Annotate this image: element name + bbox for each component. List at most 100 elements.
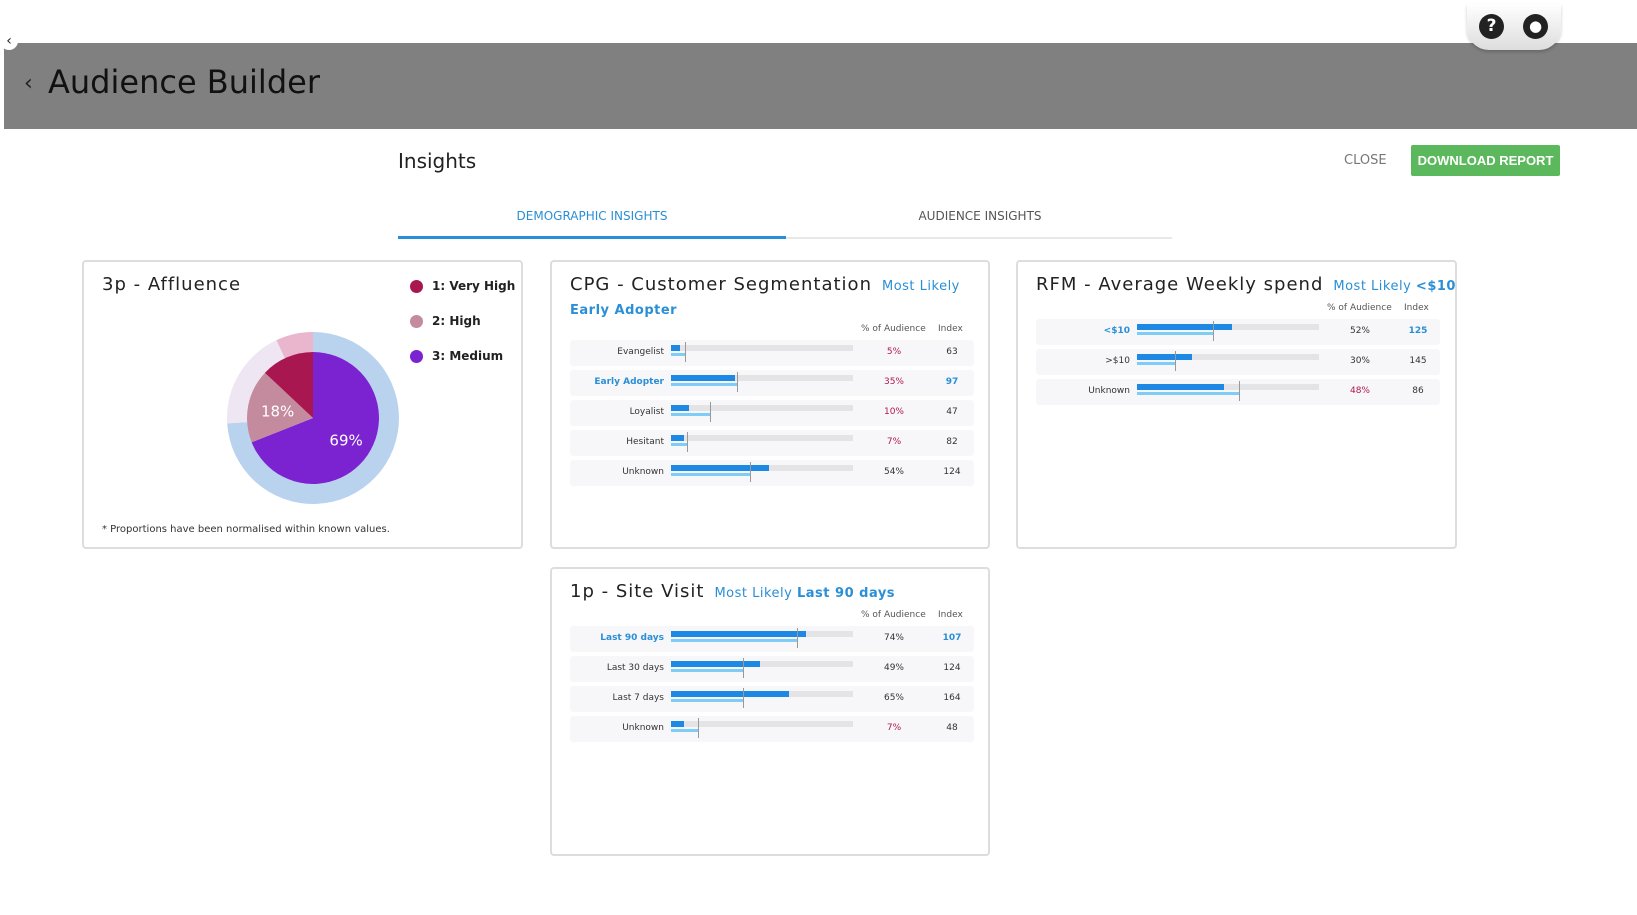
table-row: Early Adopter 35% 97 [570,370,974,396]
row-label: Unknown [622,467,664,477]
most-likely-value: Early Adopter [570,303,678,318]
cpg-segmentation-card: CPG - Customer Segmentation Most Likely E… [550,260,990,549]
baseline-marker [709,402,711,422]
row-label: Unknown [622,723,664,733]
collapse-sidebar-icon[interactable]: ‹ [0,32,18,50]
table-row: Last 90 days 74% 107 [570,626,974,652]
pct-bar [671,345,681,351]
legend-label: 1: Very High [432,279,516,293]
pct-bar [671,375,735,381]
row-label: Hesitant [626,437,664,447]
pct-value: 5% [886,347,902,357]
pct-bar [671,661,761,667]
index-value: 124 [943,467,961,477]
card-title: CPG - Customer Segmentation Most Likely E… [570,274,990,322]
baseline-bar [671,353,686,356]
table-row: Unknown 7% 48 [570,716,974,742]
baseline-marker [1174,351,1176,371]
page-title: Audience Builder [48,63,320,101]
baseline-bar [671,699,744,702]
most-likely-label: Most Likely [1333,279,1412,294]
table-row: Unknown 54% 124 [570,460,974,486]
index-value: 97 [945,377,959,387]
index-header: Index [1404,303,1429,313]
most-likely-label: Most Likely [714,586,793,601]
row-label: Last 90 days [600,633,664,643]
row-label: >$10 [1105,356,1130,366]
pct-value: 7% [886,723,902,733]
legend-label: 3: Medium [432,349,504,363]
index-value: 82 [946,437,958,447]
card-title: 1p - Site Visit Most Likely Last 90 days [570,581,990,605]
row-label: Early Adopter [594,377,664,387]
slice-label: 18% [261,402,294,420]
index-value: 164 [943,693,961,703]
user-icon[interactable]: ● [1523,14,1548,39]
tab-demographic-insights[interactable]: DEMOGRAPHIC INSIGHTS [398,209,786,239]
row-label: Evangelist [617,347,664,357]
index-value: 47 [946,407,958,417]
bar-track [671,435,853,441]
baseline-marker [1238,381,1240,401]
table-row: Last 30 days 49% 124 [570,656,974,682]
index-value: 145 [1409,356,1427,366]
close-button[interactable]: CLOSE [1344,153,1387,168]
baseline-marker [742,658,744,678]
bar-track [671,405,853,411]
user-toolbar: ? ● [1467,4,1561,50]
pct-bar [1137,384,1225,390]
baseline-bar [1137,332,1213,335]
legend-dot-icon [410,280,423,293]
baseline-marker [685,342,687,362]
pct-bar [671,631,806,637]
card-title: RFM - Average Weekly spend Most Likely <$… [1036,274,1456,298]
top-bar [0,0,1637,43]
baseline-marker [736,372,738,392]
legend-item: 2: High [410,314,481,328]
baseline-marker [750,462,752,482]
row-label: <$10 [1103,326,1130,336]
legend-item: 3: Medium [410,349,503,363]
pct-value: 54% [883,467,904,477]
pct-bar [671,435,684,441]
pct-value: 52% [1349,326,1370,336]
insights-tabs: DEMOGRAPHIC INSIGHTS AUDIENCE INSIGHTS [398,200,1172,239]
pct-value: 65% [883,693,904,703]
index-value: 125 [1408,326,1428,336]
index-header: Index [938,324,963,334]
baseline-marker [686,432,688,452]
pct-value: 10% [883,407,904,417]
help-icon[interactable]: ? [1479,14,1504,39]
affluence-card: 3p - Affluence 1: Very High 2: High 3: M… [82,260,523,549]
download-report-button[interactable]: DOWNLOAD REPORT [1411,145,1560,176]
card-title-text: RFM - Average Weekly spend [1036,274,1324,295]
affluence-pie-chart: 69% 18% [227,332,399,504]
site-visit-card: 1p - Site Visit Most Likely Last 90 days … [550,567,990,856]
table-row: <$10 52% 125 [1036,319,1440,345]
row-label: Last 7 days [612,693,664,703]
table-row: >$10 30% 145 [1036,349,1440,375]
pct-value: 74% [883,633,904,643]
table-row: Loyalist 10% 47 [570,400,974,426]
baseline-marker [743,688,745,708]
legend-label: 2: High [432,314,481,328]
pct-value: 30% [1349,356,1370,366]
tab-audience-insights[interactable]: AUDIENCE INSIGHTS [786,209,1174,223]
pct-header: % of Audience [861,610,926,620]
row-label: Last 30 days [606,663,664,673]
back-chevron-icon[interactable]: ‹ [24,71,33,96]
pct-value: 35% [883,377,904,387]
baseline-marker [796,628,798,648]
table-row: Last 7 days 65% 164 [570,686,974,712]
pct-bar [671,691,790,697]
baseline-bar [1137,392,1239,395]
legend-item: 1: Very High [410,279,515,293]
baseline-bar [671,443,687,446]
pct-value: 49% [883,663,904,673]
slice-label: 69% [329,431,362,449]
panel-title: Insights [398,149,477,173]
baseline-marker [1212,321,1214,341]
baseline-bar [671,383,737,386]
table-row: Hesitant 7% 82 [570,430,974,456]
index-value: 107 [942,633,962,643]
